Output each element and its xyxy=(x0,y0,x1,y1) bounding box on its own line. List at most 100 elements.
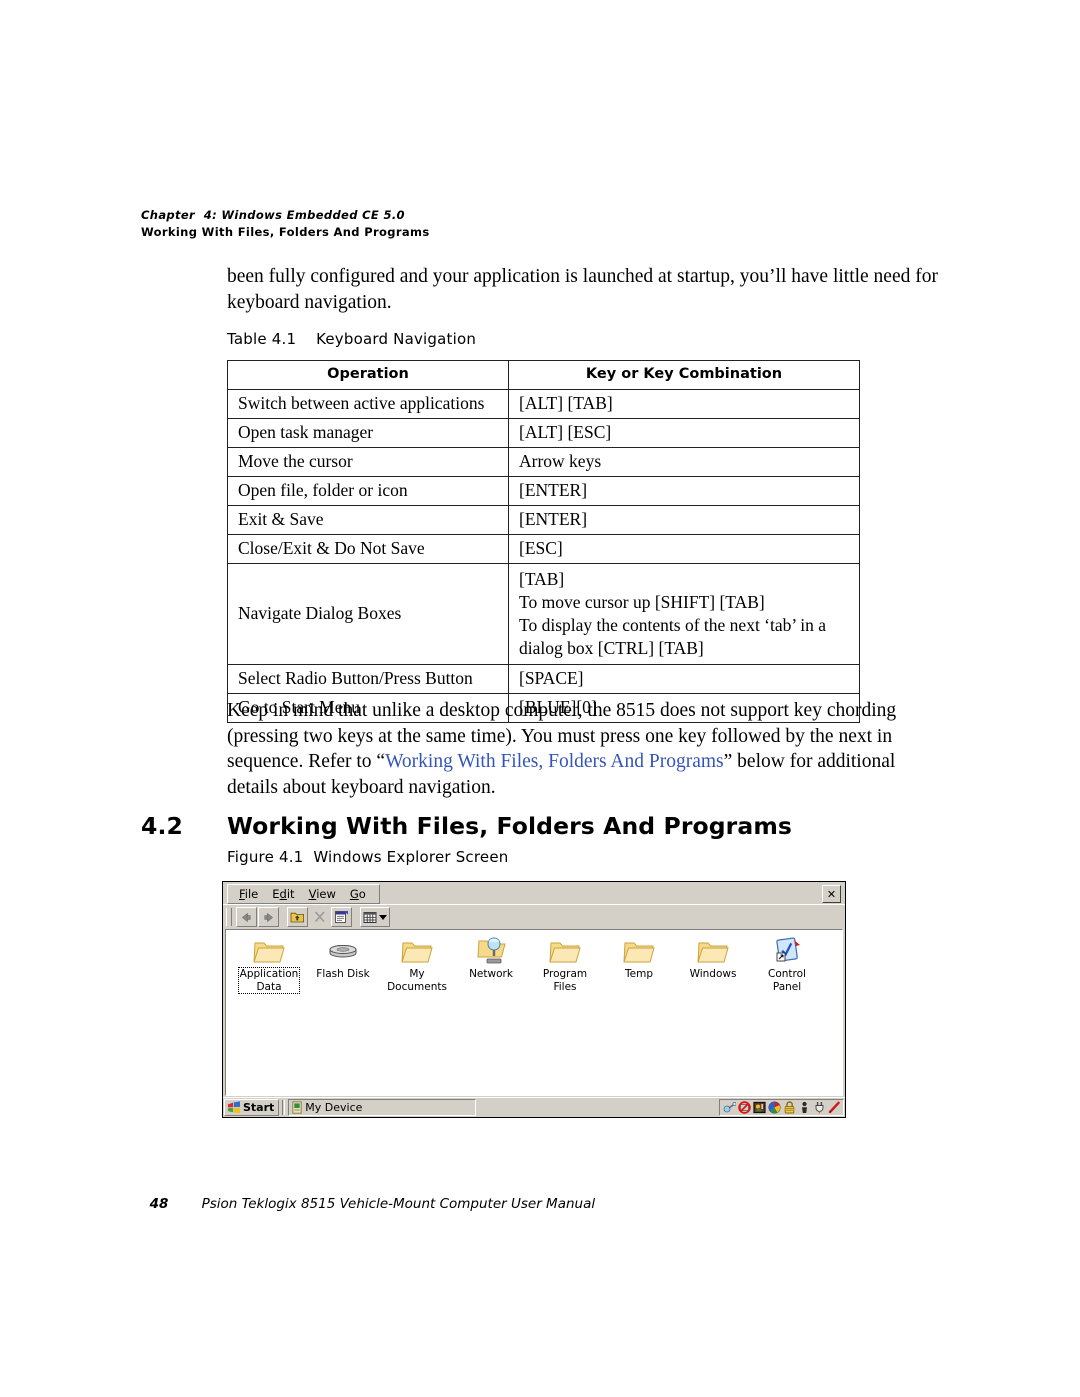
menu-item-go[interactable]: Go xyxy=(343,887,373,902)
key-line: [ESC] xyxy=(519,538,563,558)
table-caption: Table 4.1 Keyboard Navigation xyxy=(227,330,477,348)
header-chapter-line: Chapter 4: Windows Embedded CE 5.0 xyxy=(141,208,405,222)
table-header-row: Operation Key or Key Combination xyxy=(227,360,860,390)
key-line: [ENTER] xyxy=(519,480,588,500)
cell-operation: Move the cursor xyxy=(227,447,509,477)
explorer-icon-my-documents[interactable]: My Documents xyxy=(380,936,454,993)
power-plug-icon[interactable] xyxy=(812,1101,826,1115)
cell-keys: [ENTER] xyxy=(508,505,860,535)
my-device-icon xyxy=(292,1101,302,1114)
section-title: Working With Files, Folders And Programs xyxy=(227,812,792,840)
windows-explorer-screenshot: File Edit View Go ✕ Application Data Fla… xyxy=(222,881,846,1118)
explorer-icon-program-files[interactable]: Program Files xyxy=(528,936,602,993)
keyboard-navigation-table: Operation Key or Key Combination Switch … xyxy=(227,360,860,723)
note-paragraph: Keep in mind that unlike a desktop compu… xyxy=(227,698,942,800)
system-tray xyxy=(719,1099,844,1116)
section-heading: 4.2 Working With Files, Folders And Progr… xyxy=(141,812,941,840)
table-row: Open task manager [ALT] [ESC] xyxy=(227,418,860,448)
scanner-icon[interactable] xyxy=(752,1101,766,1115)
chevron-down-icon[interactable] xyxy=(379,914,387,920)
start-button[interactable]: Start xyxy=(224,1099,280,1116)
key-line: To display the contents of the next ‘tab… xyxy=(519,615,827,635)
explorer-icon-temp[interactable]: Temp xyxy=(602,936,676,993)
column-header-keys: Key or Key Combination xyxy=(508,360,860,390)
task-button-my-device[interactable]: My Device xyxy=(288,1099,477,1116)
explorer-icon-flash-disk[interactable]: Flash Disk xyxy=(306,936,380,993)
back-arrow-icon[interactable] xyxy=(236,907,257,927)
person-icon[interactable] xyxy=(797,1101,811,1115)
task-button-label: My Device xyxy=(305,1101,363,1114)
explorer-icon-network[interactable]: Network xyxy=(454,936,528,993)
cell-operation: Open file, folder or icon xyxy=(227,476,509,506)
menu-item-file[interactable]: File xyxy=(232,887,265,902)
column-header-operation: Operation xyxy=(227,360,509,390)
manual-title: Psion Teklogix 8515 Vehicle-Mount Comput… xyxy=(201,1196,596,1212)
properties-icon[interactable] xyxy=(331,907,352,927)
explorer-icon-label: Control Panel xyxy=(768,968,806,993)
key-line: Arrow keys xyxy=(519,451,602,471)
key-line: [SPACE] xyxy=(519,668,584,688)
explorer-menu-row: File Edit View Go ✕ xyxy=(223,882,845,904)
cell-keys: Arrow keys xyxy=(508,447,860,477)
running-header: Chapter 4: Windows Embedded CE 5.0 Worki… xyxy=(141,207,941,241)
table-row: Select Radio Button/Press Button [SPACE] xyxy=(227,664,860,694)
page-number: 48 xyxy=(149,1196,169,1212)
color-wheel-icon[interactable] xyxy=(767,1101,781,1115)
cell-keys: [ESC] xyxy=(508,534,860,564)
folder-icon xyxy=(622,936,656,966)
explorer-icon-label: Windows xyxy=(689,968,737,980)
cell-operation: Select Radio Button/Press Button xyxy=(227,664,509,694)
table-row: Navigate Dialog Boxes [TAB] To move cursor… xyxy=(227,563,860,665)
table-row: Exit & Save [ENTER] xyxy=(227,505,860,535)
cut-icon[interactable] xyxy=(309,907,330,927)
close-icon[interactable]: ✕ xyxy=(822,885,841,903)
cell-keys: [SPACE] xyxy=(508,664,860,694)
menu-item-edit[interactable]: Edit xyxy=(265,887,301,902)
header-section-line: Working With Files, Folders And Programs xyxy=(141,225,430,239)
explorer-icon-application-data[interactable]: Application Data xyxy=(232,936,306,994)
explorer-icon-label: Temp xyxy=(625,968,653,980)
padlock-icon[interactable] xyxy=(782,1101,796,1115)
intro-paragraph-block: been fully configured and your applicati… xyxy=(227,264,942,315)
cell-operation: Navigate Dialog Boxes xyxy=(227,563,509,665)
cell-keys: [ENTER] xyxy=(508,476,860,506)
explorer-icon-windows[interactable]: Windows xyxy=(676,936,750,993)
explorer-icon-label: Application Data xyxy=(237,967,301,994)
cell-operation: Open task manager xyxy=(227,418,509,448)
controlpanel-icon xyxy=(770,936,804,966)
antenna-icon[interactable] xyxy=(722,1101,736,1115)
key-line: [TAB] xyxy=(519,569,565,589)
explorer-icon-label: Flash Disk xyxy=(316,968,370,980)
network-disconnected-icon[interactable] xyxy=(737,1101,751,1115)
key-line: To move cursor up [SHIFT] [TAB] xyxy=(519,592,765,612)
explorer-icon-control-panel[interactable]: Control Panel xyxy=(750,936,824,993)
explorer-toolbar xyxy=(223,904,845,929)
windows-flag-icon xyxy=(228,1101,240,1114)
figure-caption-block: Figure 4.1 Windows Explorer Screen xyxy=(227,848,942,866)
cell-operation: Exit & Save xyxy=(227,505,509,535)
taskbar: Start My Device xyxy=(223,1097,845,1117)
start-button-label: Start xyxy=(243,1101,275,1114)
network-icon xyxy=(474,936,508,966)
menu-item-view[interactable]: View xyxy=(302,887,343,902)
folder-icon xyxy=(696,936,730,966)
cross-reference-link[interactable]: Working With Files, Folders And Programs xyxy=(385,751,724,772)
stylus-pen-icon[interactable] xyxy=(827,1101,841,1115)
key-line: [ENTER] xyxy=(519,509,588,529)
cell-operation: Close/Exit & Do Not Save xyxy=(227,534,509,564)
explorer-icon-label: Program Files xyxy=(542,968,588,993)
key-line: [ALT] [TAB] xyxy=(519,393,613,413)
folder-icon xyxy=(548,936,582,966)
explorer-icon-label: My Documents xyxy=(387,968,447,993)
up-one-level-icon[interactable] xyxy=(287,907,308,927)
folder-icon xyxy=(400,936,434,966)
forward-arrow-icon[interactable] xyxy=(258,907,279,927)
cell-keys: [TAB] To move cursor up [SHIFT] [TAB] To d… xyxy=(508,563,860,665)
view-list-icon[interactable] xyxy=(360,907,390,927)
folder-icon xyxy=(252,936,286,966)
toolbar-grip-handle[interactable] xyxy=(226,908,232,926)
table-row: Open file, folder or icon [ENTER] xyxy=(227,476,860,506)
taskbar-divider xyxy=(282,1100,286,1115)
table-row: Switch between active applications [ALT] … xyxy=(227,389,860,419)
cell-keys: [ALT] [ESC] xyxy=(508,418,860,448)
